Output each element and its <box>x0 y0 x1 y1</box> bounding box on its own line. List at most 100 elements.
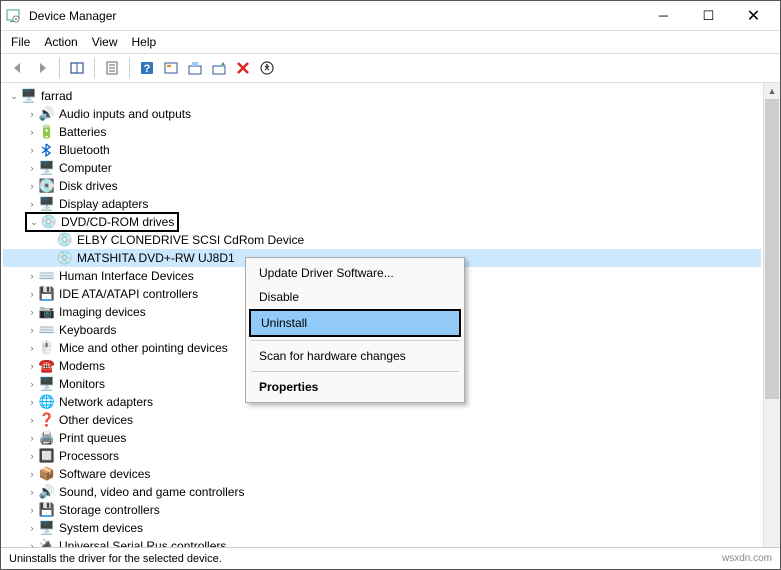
tree-item-storage[interactable]: ›💾 Storage controllers <box>3 501 761 519</box>
ctx-scan[interactable]: Scan for hardware changes <box>249 344 461 368</box>
scan-icon[interactable] <box>160 57 182 79</box>
expander-icon[interactable]: › <box>25 343 39 353</box>
modem-icon: ☎️ <box>39 358 55 374</box>
ctx-update-driver[interactable]: Update Driver Software... <box>249 261 461 285</box>
tree-item-other[interactable]: ›❓ Other devices <box>3 411 761 429</box>
imaging-icon: 📷 <box>39 304 55 320</box>
expander-icon[interactable]: › <box>25 379 39 389</box>
disable-icon[interactable] <box>256 57 278 79</box>
forward-button[interactable] <box>31 57 53 79</box>
sound-icon: 🔊 <box>39 484 55 500</box>
expander-icon[interactable]: › <box>25 109 39 119</box>
tree-label: Display adapters <box>59 197 148 211</box>
tree-label: Modems <box>59 359 105 373</box>
status-text: Uninstalls the driver for the selected d… <box>9 553 222 565</box>
dvd-icon: 💿 <box>57 232 73 248</box>
tree-item-computer[interactable]: ›🖥️Computer <box>3 159 761 177</box>
tree-label: Mice and other pointing devices <box>59 341 228 355</box>
tree-label: System devices <box>59 521 143 535</box>
properties-icon[interactable] <box>101 57 123 79</box>
menu-file[interactable]: File <box>11 35 30 49</box>
expander-icon[interactable]: ⌄ <box>27 217 41 228</box>
window-controls: ─ ☐ ✕ <box>641 1 776 30</box>
hid-icon: ⌨️ <box>39 268 55 284</box>
expander-icon[interactable]: › <box>25 307 39 317</box>
titlebar: Device Manager ─ ☐ ✕ <box>1 1 780 31</box>
other-icon: ❓ <box>39 412 55 428</box>
close-button[interactable]: ✕ <box>731 1 776 30</box>
tree-item-audio[interactable]: ›🔊Audio inputs and outputs <box>3 105 761 123</box>
tree-label: ELBY CLONEDRIVE SCSI CdRom Device <box>77 233 304 247</box>
context-menu: Update Driver Software... Disable Uninst… <box>245 257 465 403</box>
scroll-thumb[interactable] <box>765 99 779 399</box>
storage-icon: 💾 <box>39 502 55 518</box>
tree-item-system[interactable]: ›🖥️ System devices <box>3 519 761 537</box>
uninstall-icon[interactable] <box>232 57 254 79</box>
menu-view[interactable]: View <box>92 35 118 49</box>
menu-action[interactable]: Action <box>44 35 77 49</box>
tree-item-disk[interactable]: ›💽Disk drives <box>3 177 761 195</box>
expander-icon[interactable]: › <box>25 415 39 425</box>
expander-icon[interactable]: › <box>25 163 39 173</box>
expander-icon[interactable]: ⌄ <box>7 91 21 102</box>
menu-help[interactable]: Help <box>132 35 157 49</box>
tree-label: Keyboards <box>59 323 116 337</box>
toolbar-separator <box>94 58 95 78</box>
back-button[interactable] <box>7 57 29 79</box>
expander-icon[interactable]: › <box>25 325 39 335</box>
toolbar-separator <box>129 58 130 78</box>
window-title: Device Manager <box>29 9 641 23</box>
expander-icon[interactable]: › <box>25 145 39 155</box>
expander-icon[interactable]: › <box>25 451 39 461</box>
tree-item-elby[interactable]: 💿 ELBY CLONEDRIVE SCSI CdRom Device <box>3 231 761 249</box>
brand-text: wsxdn.com <box>722 553 772 564</box>
expander-icon[interactable]: › <box>25 181 39 191</box>
vertical-scrollbar[interactable]: ▲ ▼ <box>763 83 780 565</box>
tree-item-batteries[interactable]: ›🔋Batteries <box>3 123 761 141</box>
tree-item-print[interactable]: ›🖨️Print queues <box>3 429 761 447</box>
expander-icon[interactable]: › <box>25 127 39 137</box>
maximize-button[interactable]: ☐ <box>686 1 731 30</box>
update-driver-icon[interactable] <box>184 57 206 79</box>
expander-icon[interactable]: › <box>25 487 39 497</box>
expander-icon[interactable]: › <box>25 397 39 407</box>
expander-icon[interactable]: › <box>25 289 39 299</box>
svg-text:?: ? <box>144 63 151 75</box>
toolbar-separator <box>59 58 60 78</box>
expander-icon[interactable]: › <box>25 433 39 443</box>
show-hide-console-icon[interactable] <box>66 57 88 79</box>
statusbar: Uninstalls the driver for the selected d… <box>1 547 780 569</box>
tree-item-dvd[interactable]: ⌄💿DVD/CD-ROM drives <box>3 213 761 231</box>
help-icon[interactable]: ? <box>136 57 158 79</box>
dvd-icon: 💿 <box>41 214 57 230</box>
tree-label: Disk drives <box>59 179 118 193</box>
tree-item-sound[interactable]: ›🔊Sound, video and game controllers <box>3 483 761 501</box>
install-legacy-icon[interactable] <box>208 57 230 79</box>
bluetooth-icon <box>39 142 55 158</box>
tree-item-display[interactable]: ›🖥️Display adapters <box>3 195 761 213</box>
tree-label: Computer <box>59 161 112 175</box>
expander-icon[interactable]: › <box>25 523 39 533</box>
expander-icon[interactable]: › <box>25 361 39 371</box>
expander-icon[interactable]: › <box>25 505 39 515</box>
system-icon: 🖥️ <box>39 520 55 536</box>
keyboard-icon: ⌨️ <box>39 322 55 338</box>
tree-root[interactable]: ⌄ 🖥️ farrad <box>3 87 761 105</box>
expander-icon[interactable]: › <box>25 271 39 281</box>
minimize-button[interactable]: ─ <box>641 1 686 30</box>
ctx-properties[interactable]: Properties <box>249 375 461 399</box>
expander-icon[interactable]: › <box>25 469 39 479</box>
ctx-separator <box>251 340 459 341</box>
expander-icon[interactable]: › <box>25 199 39 209</box>
tree-label: Other devices <box>59 413 133 427</box>
tree-label: Storage controllers <box>59 503 160 517</box>
tree-item-bluetooth[interactable]: › Bluetooth <box>3 141 761 159</box>
tree-item-software[interactable]: ›📦Software devices <box>3 465 761 483</box>
ctx-disable[interactable]: Disable <box>249 285 461 309</box>
scroll-up-icon[interactable]: ▲ <box>764 83 780 99</box>
monitor-icon: 🖥️ <box>39 376 55 392</box>
tree-label: Bluetooth <box>59 143 110 157</box>
ctx-uninstall[interactable]: Uninstall <box>251 311 459 335</box>
tree-item-processors[interactable]: ›🔲Processors <box>3 447 761 465</box>
tree-label: Imaging devices <box>59 305 146 319</box>
